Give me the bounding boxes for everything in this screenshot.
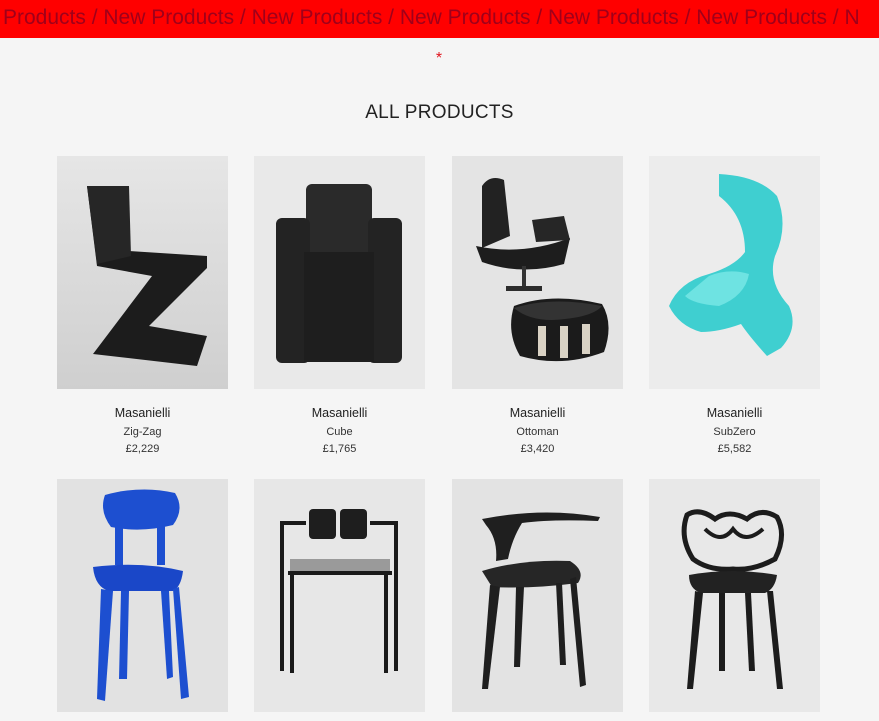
product-name[interactable]: SubZero [649,426,820,438]
frame-chair-image [254,479,425,712]
ottoman-image [452,156,623,389]
product-name[interactable]: Zig-Zag [57,426,228,438]
product-price: £1,765 [322,443,357,455]
product-brand[interactable]: Masanielli [254,406,425,420]
product-price: £2,229 [125,443,160,455]
product-name[interactable]: Cube [254,426,425,438]
product-card[interactable]: Masanielli Zig-Zag £2,229 [57,156,228,455]
marquee-banner: w Products / New Products / New Products… [0,0,879,38]
cube-chair-image [254,156,425,389]
product-image-cube-chair[interactable] [254,156,425,389]
product-price: £5,582 [717,443,752,455]
carbon-chair-image [452,479,623,712]
zigzag-chair-image [57,156,228,389]
product-brand[interactable]: Masanielli [452,406,623,420]
product-image-ottoman[interactable] [452,156,623,389]
product-card[interactable] [254,479,425,712]
masters-chair-image [649,479,820,712]
product-card[interactable] [452,479,623,712]
product-card[interactable]: Masanielli Ottoman £3,420 [452,156,623,455]
product-price: £3,420 [520,443,555,455]
product-image-masters-chair[interactable] [649,479,820,712]
product-image-frame-chair[interactable] [254,479,425,712]
product-card[interactable] [649,479,820,712]
blue-chair-image [57,479,228,712]
product-card[interactable]: Masanielli Cube £1,765 [254,156,425,455]
product-image-blue-chair[interactable] [57,479,228,712]
product-image-carbon-chair[interactable] [452,479,623,712]
product-image-subzero-chair[interactable] [649,156,820,389]
required-star: * [435,50,443,67]
product-name[interactable]: Ottoman [452,426,623,438]
product-image-zigzag-chair[interactable] [57,156,228,389]
page-title: ALL PRODUCTS [365,102,514,123]
product-card[interactable]: Masanielli SubZero £5,582 [649,156,820,455]
product-brand[interactable]: Masanielli [649,406,820,420]
marquee-text: w Products / New Products / New Products… [0,6,860,29]
subzero-chair-image [649,156,820,389]
product-brand[interactable]: Masanielli [57,406,228,420]
product-card[interactable] [57,479,228,712]
